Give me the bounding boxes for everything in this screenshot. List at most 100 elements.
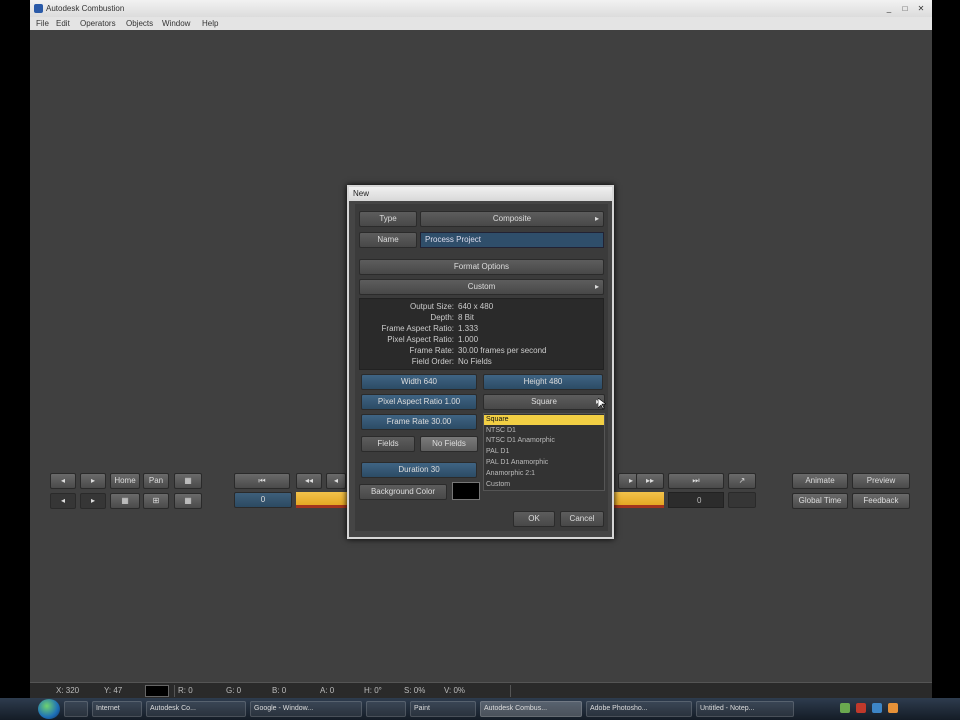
status-h: H: 0° bbox=[364, 686, 382, 695]
menu-edit[interactable]: Edit bbox=[56, 19, 70, 28]
format-preset-select[interactable]: Custom bbox=[359, 279, 604, 295]
taskbar-item[interactable]: Autodesk Co... bbox=[146, 701, 246, 717]
minimize-button[interactable]: _ bbox=[882, 3, 896, 14]
home-button[interactable]: Home bbox=[110, 473, 140, 489]
nav-right-button[interactable]: ▸ bbox=[80, 493, 106, 509]
dropdown-option[interactable]: NTSC D1 bbox=[484, 426, 604, 436]
tray-icon[interactable] bbox=[840, 703, 850, 713]
dropdown-option-selected[interactable]: Square bbox=[484, 415, 604, 425]
window-title: Autodesk Combustion bbox=[46, 4, 125, 13]
loop-button[interactable]: ↗ bbox=[728, 473, 756, 489]
tray-icon[interactable] bbox=[856, 703, 866, 713]
cancel-button[interactable]: Cancel bbox=[560, 511, 604, 527]
view-grid-button[interactable]: ▦ bbox=[174, 473, 202, 489]
timeline-option-button[interactable] bbox=[728, 492, 756, 508]
play-reverse-button[interactable]: ◂ bbox=[326, 473, 346, 489]
global-time-button[interactable]: Global Time bbox=[792, 493, 848, 509]
info-row: Pixel Aspect Ratio: 1.000 bbox=[387, 335, 479, 344]
background-color-button[interactable]: Background Color bbox=[359, 484, 447, 500]
menu-window[interactable]: Window bbox=[162, 19, 190, 28]
status-y: Y: 47 bbox=[104, 686, 123, 695]
type-label: Type bbox=[359, 211, 417, 227]
animate-button[interactable]: Animate bbox=[792, 473, 848, 489]
menu-file[interactable]: File bbox=[36, 19, 49, 28]
timeline-range-bar-left[interactable] bbox=[296, 492, 348, 508]
background-color-swatch[interactable] bbox=[452, 482, 480, 500]
format-info-box: Output Size: 640 x 480 Depth: 8 Bit Frame … bbox=[359, 298, 604, 370]
fast-forward-button[interactable]: ▸▸ bbox=[636, 473, 664, 489]
pixel-aspect-ratio-field[interactable]: Pixel Aspect Ratio 1.00 bbox=[361, 394, 477, 410]
nav-left-button[interactable]: ◂ bbox=[50, 493, 76, 509]
duration-field[interactable]: Duration 30 bbox=[361, 462, 477, 478]
go-to-end-button[interactable]: ⏭ bbox=[668, 473, 724, 489]
ok-button[interactable]: OK bbox=[513, 511, 555, 527]
taskbar-item[interactable] bbox=[366, 701, 406, 717]
status-bar: X: 320 Y: 47 R: 0 G: 0 B: 0 A: 0 H: 0° S… bbox=[30, 682, 932, 698]
status-s: S: 0% bbox=[404, 686, 426, 695]
info-row: Depth: 8 Bit bbox=[430, 313, 475, 322]
type-select[interactable]: Composite bbox=[420, 211, 604, 227]
status-g: G: 0 bbox=[226, 686, 242, 695]
feedback-button[interactable]: Feedback bbox=[852, 493, 910, 509]
status-divider bbox=[174, 685, 175, 697]
height-field[interactable]: Height 480 bbox=[483, 374, 603, 390]
name-input[interactable]: Process Project bbox=[420, 232, 604, 248]
taskbar-item-active[interactable]: Autodesk Combus... bbox=[480, 701, 582, 717]
name-label: Name bbox=[359, 232, 417, 248]
frame-rate-field[interactable]: Frame Rate 30.00 bbox=[361, 414, 477, 430]
pan-button[interactable]: Pan bbox=[143, 473, 169, 489]
dropdown-option[interactable]: Custom bbox=[484, 480, 604, 490]
status-b: B: 0 bbox=[272, 686, 287, 695]
menu-operators[interactable]: Operators bbox=[80, 19, 116, 28]
status-x: X: 320 bbox=[56, 686, 80, 695]
taskbar-item[interactable]: Untitled - Notep... bbox=[696, 701, 794, 717]
quick-launch-item[interactable] bbox=[64, 701, 88, 717]
dialog-title: New bbox=[349, 187, 612, 201]
layout-button[interactable]: ▦ bbox=[110, 493, 140, 509]
end-frame-value: 0 bbox=[697, 496, 702, 505]
start-orb-icon[interactable] bbox=[38, 699, 60, 719]
taskbar-item[interactable]: Internet bbox=[92, 701, 142, 717]
go-to-start-button[interactable]: ⏮ bbox=[234, 473, 290, 489]
format-options-header: Format Options bbox=[359, 259, 604, 275]
menu-help[interactable]: Help bbox=[202, 19, 218, 28]
status-v: V: 0% bbox=[444, 686, 466, 695]
windows-taskbar: Internet Autodesk Co... Google - Window.… bbox=[0, 698, 960, 720]
current-frame-field[interactable]: 0 bbox=[234, 492, 292, 508]
tray-icon[interactable] bbox=[872, 703, 882, 713]
width-field[interactable]: Width 640 bbox=[361, 374, 477, 390]
title-bar: Autodesk Combustion _ □ ✕ bbox=[30, 0, 932, 17]
combustion-app-icon bbox=[34, 4, 43, 13]
maximize-button[interactable]: □ bbox=[898, 3, 912, 14]
mouse-cursor-icon bbox=[598, 398, 606, 410]
fields-select[interactable]: No Fields bbox=[420, 436, 478, 452]
step-forward-button[interactable]: ▸ bbox=[80, 473, 106, 489]
timeline-range-bar-right[interactable] bbox=[614, 492, 664, 508]
dropdown-option[interactable]: Anamorphic 2:1 bbox=[484, 469, 604, 479]
status-color-swatch bbox=[145, 685, 169, 697]
menu-objects[interactable]: Objects bbox=[126, 19, 153, 28]
info-row: Frame Rate: 30.00 frames per second bbox=[409, 346, 547, 355]
step-back-button[interactable]: ◂ bbox=[50, 473, 76, 489]
viewport-button[interactable]: ▦ bbox=[174, 493, 202, 509]
dropdown-option[interactable]: NTSC D1 Anamorphic bbox=[484, 436, 604, 446]
tray-icon[interactable] bbox=[888, 703, 898, 713]
end-frame-field[interactable]: 0 bbox=[668, 492, 724, 508]
split-view-button[interactable]: ⊞ bbox=[143, 493, 169, 509]
pixel-aspect-preset-select[interactable]: Square bbox=[483, 394, 605, 410]
fields-label: Fields bbox=[361, 436, 415, 452]
taskbar-item[interactable]: Adobe Photosho... bbox=[586, 701, 692, 717]
dropdown-option[interactable]: PAL D1 Anamorphic bbox=[484, 458, 604, 468]
menu-bar: File Edit Operators Objects Window Help bbox=[30, 17, 932, 30]
taskbar-item[interactable]: Paint bbox=[410, 701, 476, 717]
info-row: Output Size: 640 x 480 bbox=[409, 302, 494, 311]
taskbar-item[interactable]: Google - Window... bbox=[250, 701, 362, 717]
preview-button[interactable]: Preview bbox=[852, 473, 910, 489]
status-divider bbox=[510, 685, 511, 697]
info-row: Frame Aspect Ratio: 1.333 bbox=[381, 324, 479, 333]
dropdown-option[interactable]: PAL D1 bbox=[484, 447, 604, 457]
system-tray bbox=[800, 701, 950, 717]
info-row: Field Order: No Fields bbox=[411, 357, 492, 366]
rewind-button[interactable]: ◂◂ bbox=[296, 473, 322, 489]
close-button[interactable]: ✕ bbox=[914, 3, 928, 14]
